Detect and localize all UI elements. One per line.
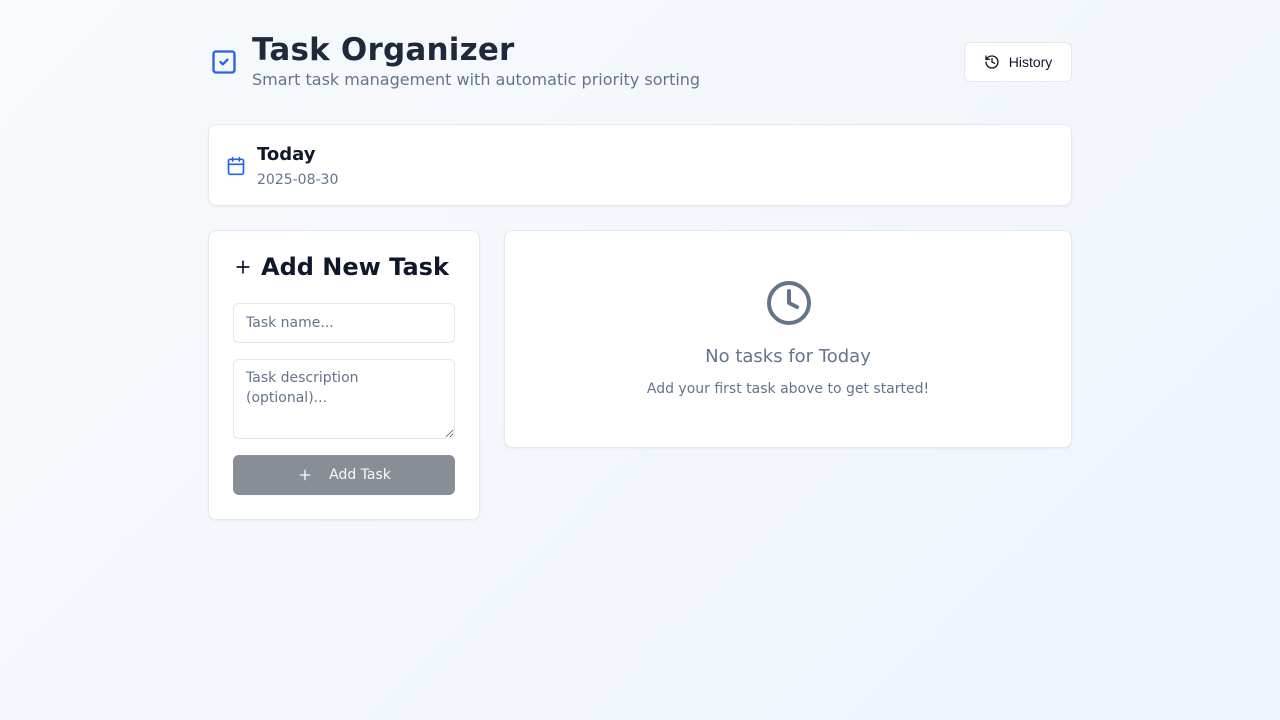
check-square-icon	[212, 50, 236, 74]
app-title: Task Organizer	[252, 32, 515, 68]
today-label: Today	[257, 144, 316, 165]
calendar-icon	[227, 156, 245, 176]
today-date: 2025-08-30	[257, 172, 339, 188]
task-name-input[interactable]	[233, 303, 455, 343]
page-header: Task Organizer Smart task management wit…	[208, 30, 1072, 94]
empty-state-card: No tasks for Today Add your first task a…	[504, 230, 1072, 448]
empty-state-title: No tasks for Today	[705, 346, 871, 367]
task-description-input[interactable]	[233, 359, 455, 439]
clock-icon	[767, 281, 811, 325]
history-icon	[985, 55, 999, 69]
today-card: Today 2025-08-30	[208, 124, 1072, 206]
history-button[interactable]: History	[964, 42, 1072, 82]
empty-state-subtitle: Add your first task above to get started…	[646, 381, 930, 397]
add-task-button-label: Add Task	[329, 467, 391, 483]
add-task-title: Add New Task	[261, 253, 449, 281]
add-task-card: Add New Task Add Task	[208, 230, 480, 520]
app-subtitle: Smart task management with automatic pri…	[252, 70, 701, 89]
add-task-button[interactable]: Add Task	[233, 455, 455, 495]
plus-icon	[236, 260, 250, 274]
add-task-header: Add New Task	[233, 251, 449, 283]
plus-icon	[299, 469, 311, 481]
history-button-label: History	[1008, 54, 1053, 70]
